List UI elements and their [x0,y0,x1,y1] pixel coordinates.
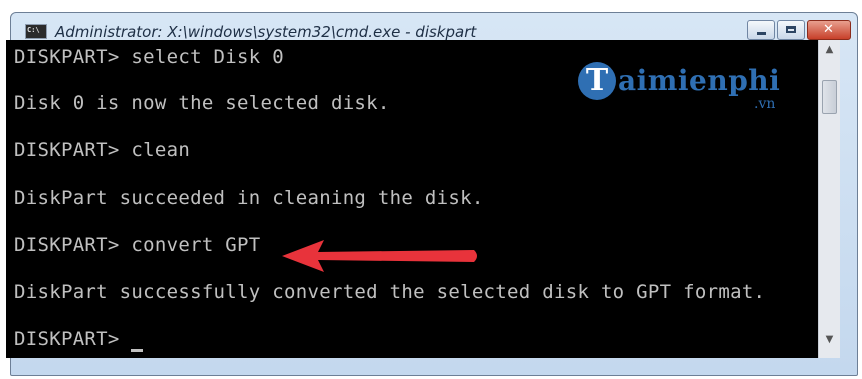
red-arrow-annotation [282,240,477,272]
console-prompt[interactable]: DISKPART> [14,328,131,350]
maximize-button[interactable] [777,20,805,40]
console-line: DISKPART> select Disk 0 [14,46,284,68]
watermark-suffix: .vn [754,96,776,112]
caption-buttons [745,20,851,42]
console-line: DiskPart successfully converted the sele… [14,281,766,303]
watermark-letter: T [578,62,616,100]
watermark-logo: T aimienphi .vn [578,60,798,120]
console-line: DISKPART> convert GPT [14,234,261,256]
minimize-button[interactable] [747,20,775,40]
console-line: Disk 0 is now the selected disk. [14,92,390,114]
vertical-scrollbar[interactable]: ▲ ▼ [818,40,840,358]
scroll-up-icon[interactable]: ▲ [819,44,840,64]
scroll-thumb[interactable] [822,80,837,114]
cmd-app-icon[interactable] [25,24,47,39]
text-cursor [131,349,143,352]
arrow-shape [282,240,477,272]
console-line: DiskPart succeeded in cleaning the disk. [14,187,484,209]
console-line: DISKPART> clean [14,139,191,161]
window-title: Administrator: X:\windows\system32\cmd.e… [55,23,477,41]
watermark-brand: aimienphi [618,64,781,97]
scroll-down-icon[interactable]: ▼ [819,334,840,354]
close-button[interactable] [807,20,851,40]
